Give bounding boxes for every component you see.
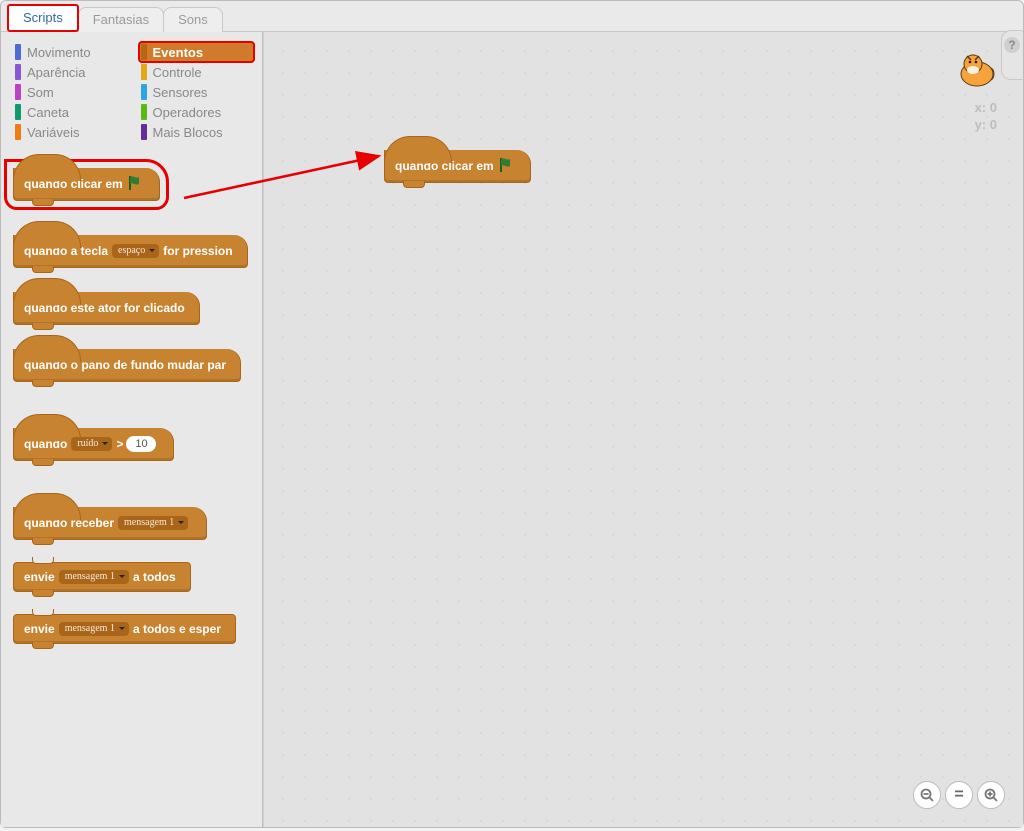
block-palette: Movimento Eventos Aparência Controle Som…	[1, 32, 263, 827]
category-sensing[interactable]: Sensores	[139, 82, 255, 102]
block-label: a todos e esper	[133, 623, 221, 635]
threshold-input[interactable]: 10	[126, 436, 156, 452]
block-label: quando a tecla	[24, 245, 108, 257]
tab-scripts[interactable]: Scripts	[7, 4, 79, 32]
swatch	[141, 64, 147, 80]
scripts-area[interactable]: x: 0 y: 0 quando clicar em =	[263, 32, 1023, 827]
block-label: for pression	[163, 245, 232, 257]
zoom-controls: =	[913, 781, 1005, 809]
swatch	[141, 124, 147, 140]
category-label: Som	[27, 85, 54, 100]
block-label: quando	[24, 438, 67, 450]
swatch	[141, 44, 147, 60]
swatch	[141, 104, 147, 120]
category-label: Variáveis	[27, 125, 80, 140]
category-control[interactable]: Controle	[139, 62, 255, 82]
block-when-flag-clicked[interactable]: quando clicar em	[384, 150, 531, 183]
block-label: envie	[24, 571, 55, 583]
block-broadcast-wait[interactable]: envie mensagem 1 a todos e esper	[13, 614, 236, 644]
blocks-list: quando clicar em quando a tecla espaço f…	[1, 148, 262, 827]
category-motion[interactable]: Movimento	[13, 42, 129, 62]
block-label: quando clicar em	[24, 178, 123, 190]
help-icon: ?	[1004, 37, 1020, 53]
category-label: Eventos	[153, 45, 204, 60]
category-label: Caneta	[27, 105, 69, 120]
tabs-bar: Scripts Fantasias Sons	[1, 1, 1023, 31]
category-pen[interactable]: Caneta	[13, 102, 129, 122]
swatch	[15, 44, 21, 60]
block-label: >	[116, 438, 123, 450]
green-flag-icon	[498, 156, 516, 176]
category-sound[interactable]: Som	[13, 82, 129, 102]
block-label: quando este ator for clicado	[24, 302, 185, 314]
swatch	[141, 84, 147, 100]
swatch	[15, 124, 21, 140]
placed-script[interactable]: quando clicar em	[384, 144, 531, 189]
category-label: Aparência	[27, 65, 86, 80]
block-label: a todos	[133, 571, 176, 583]
green-flag-icon	[127, 174, 145, 194]
category-data[interactable]: Variáveis	[13, 122, 129, 142]
block-when-receive[interactable]: quando receber mensagem 1	[13, 507, 207, 540]
help-drawer[interactable]: ?	[1001, 30, 1022, 80]
block-when-key-pressed[interactable]: quando a tecla espaço for pression	[13, 235, 248, 268]
category-label: Controle	[153, 65, 202, 80]
category-events[interactable]: Eventos	[139, 42, 255, 62]
category-operators[interactable]: Operadores	[139, 102, 255, 122]
tab-costumes[interactable]: Fantasias	[78, 7, 164, 32]
block-when-sensor[interactable]: quando ruído > 10	[13, 428, 174, 461]
key-dropdown[interactable]: espaço	[112, 244, 159, 258]
message-dropdown[interactable]: mensagem 1	[59, 622, 129, 636]
message-dropdown[interactable]: mensagem 1	[118, 516, 188, 530]
category-more[interactable]: Mais Blocos	[139, 122, 255, 142]
category-label: Operadores	[153, 105, 222, 120]
category-label: Sensores	[153, 85, 208, 100]
block-when-flag-clicked[interactable]: quando clicar em	[13, 168, 160, 201]
block-label: quando clicar em	[395, 160, 494, 172]
swatch	[15, 104, 21, 120]
message-dropdown[interactable]: mensagem 1	[59, 570, 129, 584]
category-label: Movimento	[27, 45, 91, 60]
category-label: Mais Blocos	[153, 125, 223, 140]
block-broadcast[interactable]: envie mensagem 1 a todos	[13, 562, 191, 592]
swatch	[15, 64, 21, 80]
block-label: quando o pano de fundo mudar par	[24, 359, 226, 371]
category-grid: Movimento Eventos Aparência Controle Som…	[1, 32, 262, 148]
block-label: envie	[24, 623, 55, 635]
block-when-sprite-clicked[interactable]: quando este ator for clicado	[13, 292, 200, 325]
zoom-reset-button[interactable]: =	[945, 781, 973, 809]
block-when-backdrop-switches[interactable]: quando o pano de fundo mudar par	[13, 349, 241, 382]
mouse-coords: x: 0 y: 0	[975, 100, 997, 134]
tab-sounds[interactable]: Sons	[163, 7, 223, 32]
sprite-thumbnail	[953, 46, 1001, 94]
zoom-out-button[interactable]	[913, 781, 941, 809]
sensor-dropdown[interactable]: ruído	[71, 437, 112, 451]
category-looks[interactable]: Aparência	[13, 62, 129, 82]
swatch	[15, 84, 21, 100]
block-label: quando receber	[24, 517, 114, 529]
zoom-in-button[interactable]	[977, 781, 1005, 809]
